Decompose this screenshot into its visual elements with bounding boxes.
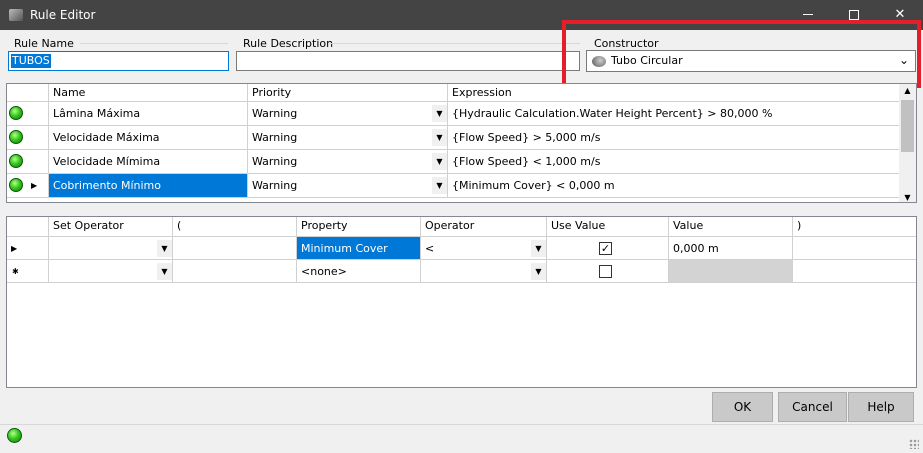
use-value-cell[interactable]	[547, 260, 669, 283]
dropdown-arrow-icon[interactable]: ▼	[531, 240, 546, 257]
scroll-up-icon[interactable]: ▲	[899, 86, 916, 95]
scroll-down-icon[interactable]: ▼	[899, 193, 916, 202]
conditions-header-property[interactable]: Property	[297, 217, 421, 237]
rule-description-input[interactable]	[236, 51, 580, 71]
conditions-header-corner	[7, 217, 49, 237]
scroll-thumb[interactable]	[901, 100, 914, 152]
rules-grid[interactable]: Name Priority Expression Lâmina Máxima W…	[6, 83, 917, 203]
conditions-grid[interactable]: Set Operator ( Property Operator Use Val…	[6, 216, 917, 388]
rule-name-cell[interactable]: Lâmina Máxima	[49, 102, 248, 126]
set-operator-cell[interactable]: ▼	[49, 237, 173, 260]
highlight-box	[562, 20, 921, 88]
ok-button[interactable]: OK	[712, 392, 773, 422]
rule-name-label: Rule Name	[14, 37, 74, 50]
dropdown-arrow-icon[interactable]: ▼	[432, 105, 447, 122]
rule-row-header[interactable]	[7, 150, 49, 174]
rules-grid-header-name[interactable]: Name	[49, 84, 248, 102]
conditions-header-close-paren[interactable]: )	[793, 217, 916, 237]
rule-name-value: TUBOS	[11, 54, 51, 68]
rule-name-input[interactable]: TUBOS	[8, 51, 229, 71]
conditions-header-open-paren[interactable]: (	[173, 217, 297, 237]
conditions-header-value[interactable]: Value	[669, 217, 793, 237]
dropdown-arrow-icon[interactable]: ▼	[432, 153, 447, 170]
condition-row-header[interactable]: ✱	[7, 260, 49, 283]
open-paren-cell[interactable]	[173, 260, 297, 283]
rules-grid-scrollbar[interactable]: ▲ ▼	[899, 84, 916, 202]
rule-priority-value: Warning	[252, 179, 298, 192]
rule-row-header[interactable]: ▶	[7, 174, 49, 198]
open-paren-cell[interactable]	[173, 237, 297, 260]
maximize-icon	[849, 9, 859, 20]
operator-cell[interactable]: ▼	[421, 260, 547, 283]
rules-grid-header-priority[interactable]: Priority	[248, 84, 448, 102]
property-cell[interactable]: Minimum Cover	[297, 237, 421, 260]
rule-priority-value: Warning	[252, 131, 298, 144]
dropdown-arrow-icon[interactable]: ▼	[432, 129, 447, 146]
rule-priority-cell[interactable]: Warning ▼	[248, 174, 448, 198]
rule-expression-cell[interactable]: {Hydraulic Calculation.Water Height Perc…	[448, 102, 900, 126]
rule-expression-cell[interactable]: {Flow Speed} < 1,000 m/s	[448, 150, 900, 174]
operator-cell[interactable]: < ▼	[421, 237, 547, 260]
use-value-checkbox[interactable]	[599, 265, 612, 278]
rules-grid-header-expression[interactable]: Expression	[448, 84, 900, 102]
resize-grip-icon[interactable]	[909, 439, 919, 449]
new-row-icon: ✱	[12, 267, 19, 276]
status-led-icon	[9, 130, 23, 144]
rules-grid-header-corner	[7, 84, 49, 102]
window-title: Rule Editor	[30, 8, 96, 22]
current-row-icon: ▶	[31, 181, 38, 190]
dropdown-arrow-icon[interactable]: ▼	[157, 263, 172, 280]
current-row-icon: ▶	[11, 244, 18, 253]
app-icon	[9, 9, 23, 21]
condition-row-header[interactable]: ▶	[7, 237, 49, 260]
property-cell[interactable]: <none>	[297, 260, 421, 283]
status-led-icon	[7, 428, 22, 443]
set-operator-cell[interactable]: ▼	[49, 260, 173, 283]
rule-name-cell[interactable]: Velocidade Máxima	[49, 126, 248, 150]
dropdown-arrow-icon[interactable]: ▼	[531, 263, 546, 280]
rule-priority-cell[interactable]: Warning ▼	[248, 126, 448, 150]
close-paren-cell[interactable]	[793, 237, 916, 260]
minimize-icon	[803, 14, 813, 15]
cancel-button[interactable]: Cancel	[778, 392, 847, 422]
rule-row-header[interactable]	[7, 102, 49, 126]
close-paren-cell[interactable]	[793, 260, 916, 283]
help-button[interactable]: Help	[848, 392, 914, 422]
use-value-checkbox[interactable]: ✓	[599, 242, 612, 255]
rule-priority-cell[interactable]: Warning ▼	[248, 102, 448, 126]
dropdown-arrow-icon[interactable]: ▼	[157, 240, 172, 257]
rule-row-header[interactable]	[7, 126, 49, 150]
rule-expression-cell[interactable]: {Flow Speed} > 5,000 m/s	[448, 126, 900, 150]
status-led-icon	[9, 106, 23, 120]
status-bar-divider	[0, 424, 923, 425]
conditions-header-use-value[interactable]: Use Value	[547, 217, 669, 237]
conditions-header-set-operator[interactable]: Set Operator	[49, 217, 173, 237]
conditions-header-operator[interactable]: Operator	[421, 217, 547, 237]
rule-expression-cell[interactable]: {Minimum Cover} < 0,000 m	[448, 174, 900, 198]
dropdown-arrow-icon[interactable]: ▼	[432, 177, 447, 194]
status-led-icon	[9, 178, 23, 192]
rule-description-group-line	[328, 43, 580, 44]
rule-name-cell[interactable]: Velocidade Mímima	[49, 150, 248, 174]
status-led-icon	[9, 154, 23, 168]
rule-priority-cell[interactable]: Warning ▼	[248, 150, 448, 174]
rule-priority-value: Warning	[252, 155, 298, 168]
operator-value: <	[425, 242, 435, 255]
rule-name-cell[interactable]: Cobrimento Mínimo	[49, 174, 248, 198]
value-cell[interactable]: 0,000 m	[669, 237, 793, 260]
rule-name-group-line	[80, 43, 228, 44]
use-value-cell[interactable]: ✓	[547, 237, 669, 260]
value-cell[interactable]	[669, 260, 793, 283]
rule-priority-value: Warning	[252, 107, 298, 120]
rule-description-label: Rule Description	[243, 37, 334, 50]
